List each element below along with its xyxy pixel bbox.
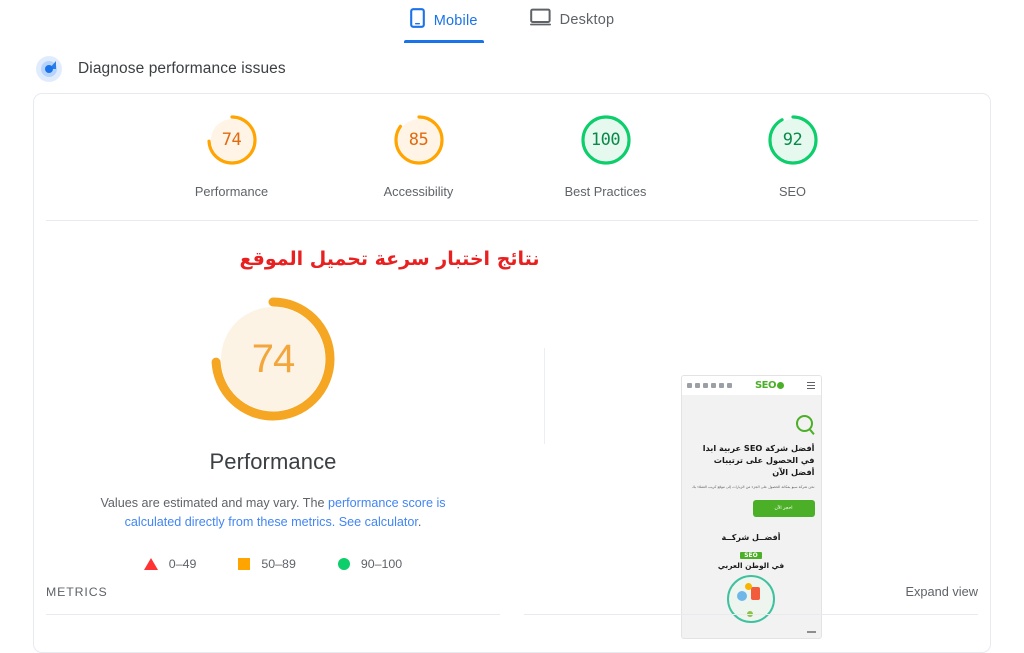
mobile-phone-icon <box>409 8 425 33</box>
score-label-seo: SEO <box>778 184 807 199</box>
thumbnail-subtext: نحن شركة سيو بمكانة الحصول على الجزء من … <box>692 485 815 489</box>
mini-gauge-best-practices: 100 <box>579 113 633 167</box>
hamburger-menu-icon <box>807 381 816 390</box>
thumbnail-topbar: SEO <box>681 376 821 395</box>
thumbnail-illustration <box>727 575 775 623</box>
site-logo-text: SEO <box>754 380 777 391</box>
tab-desktop[interactable]: Desktop <box>524 6 621 41</box>
main-gauge-value: 74 <box>251 336 296 381</box>
description-period: . <box>417 515 422 529</box>
main-gauge-title: Performance <box>209 449 337 474</box>
radar-pulse-icon <box>36 56 62 82</box>
square-icon <box>238 558 251 570</box>
legend-range-average: 50–89 <box>261 557 296 571</box>
thumbnail-footer-stub <box>806 631 816 633</box>
thumbnail-headline: أفضل شركة SEO عربية ابدا في الحصول على ت… <box>702 443 815 477</box>
mini-gauge-performance: 74 <box>205 113 259 167</box>
see-calculator-link[interactable]: See calculator <box>339 515 418 529</box>
magnifier-icon <box>795 415 813 432</box>
section-divider <box>46 220 978 221</box>
thumbnail-seo-badge: SEO <box>740 552 762 559</box>
description-prefix: Values are estimated and may vary. The <box>100 496 328 510</box>
page-thumbnail[interactable]: SEO أفضل شركة SEO عربية ابدا في الحصول ع… <box>680 375 822 639</box>
mini-gauge-value: 85 <box>408 130 429 150</box>
legend-item-average: 50–89 <box>238 557 296 571</box>
metrics-label: METRICS <box>46 584 108 599</box>
desktop-monitor-icon <box>529 8 551 31</box>
arabic-page-heading: نتائج اختبار سرعة تحميل الموقع <box>239 248 540 270</box>
triangle-icon <box>143 558 158 570</box>
thumbnail-mid-line1: أفضــل شركــة <box>721 533 781 542</box>
mini-gauge-value: 100 <box>590 130 621 150</box>
score-summary-row: 74 Performance 85 Accessibility 100 Best… <box>34 94 990 199</box>
legend-item-good: 90–100 <box>337 557 403 571</box>
legend-range-good: 90–100 <box>360 557 403 571</box>
main-performance-gauge: 74 <box>204 290 342 428</box>
score-item-performance[interactable]: 74 Performance <box>178 113 286 199</box>
report-card: 74 Performance 85 Accessibility 100 Best… <box>33 93 991 653</box>
device-tabs: Mobile Desktop <box>0 0 1024 43</box>
diagnose-label: Diagnose performance issues <box>78 60 286 77</box>
tab-active-underline <box>403 40 484 43</box>
tab-mobile-label: Mobile <box>433 12 478 29</box>
metrics-header-row: METRICS Expand view <box>34 584 990 599</box>
score-label-accessibility: Accessibility <box>383 184 454 199</box>
score-label-best-practices: Best Practices <box>564 184 647 199</box>
legend-item-poor: 0–49 <box>143 557 197 571</box>
tab-desktop-label: Desktop <box>559 11 615 28</box>
mini-gauge-accessibility: 85 <box>392 113 446 167</box>
site-logo: SEO <box>754 380 785 391</box>
bulb-icon <box>777 382 785 389</box>
mini-gauge-seo: 92 <box>766 113 820 167</box>
social-icons <box>686 383 732 388</box>
thumbnail-mid-line2: في الوطن العربي <box>717 561 785 570</box>
expand-view-button[interactable]: Expand view <box>905 584 978 599</box>
diagnose-row: Diagnose performance issues <box>36 56 1024 82</box>
mini-gauge-value: 74 <box>221 130 242 150</box>
mini-gauge-value: 92 <box>782 130 803 150</box>
metrics-divider <box>46 614 978 615</box>
legend-range-poor: 0–49 <box>168 557 197 571</box>
tab-mobile[interactable]: Mobile <box>403 6 484 43</box>
score-item-accessibility[interactable]: 85 Accessibility <box>365 113 473 199</box>
score-label-performance: Performance <box>194 184 269 199</box>
performance-description: Values are estimated and may vary. The p… <box>73 494 473 532</box>
score-legend: 0–49 50–89 90–100 <box>143 557 403 571</box>
circle-icon <box>337 558 350 570</box>
thumbnail-cta-button: احجز الآن <box>752 500 815 517</box>
vertical-divider <box>544 348 545 444</box>
thumbnail-midsection: أفضــل شركــة SEO في الوطن العربي <box>688 533 815 570</box>
score-item-best-practices[interactable]: 100 Best Practices <box>552 113 660 199</box>
score-item-seo[interactable]: 92 SEO <box>739 113 847 199</box>
